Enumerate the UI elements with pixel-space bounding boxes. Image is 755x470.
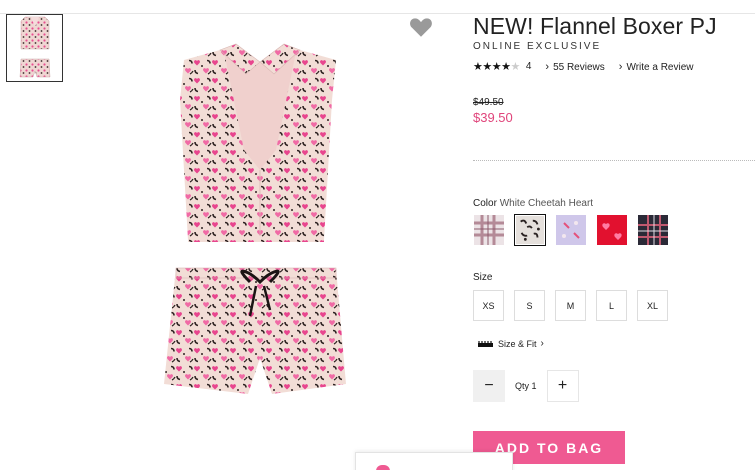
star-rating: ★★★★★ <box>473 60 520 73</box>
product-title: NEW! Flannel Boxer PJ <box>473 13 717 39</box>
divider <box>473 160 755 161</box>
quantity-stepper: − Qty 1 + <box>473 370 579 402</box>
color-swatches <box>473 214 678 246</box>
size-m-button[interactable]: M <box>555 290 586 321</box>
quantity-increase-button[interactable]: + <box>546 370 579 402</box>
size-fit-link[interactable]: Size & Fit › <box>478 338 544 349</box>
size-s-button[interactable]: S <box>514 290 545 321</box>
red-heart-swatch[interactable] <box>596 214 628 246</box>
rating-row: ★★★★★ 4 › 55 Reviews › Write a Review <box>473 60 755 74</box>
product-image <box>164 43 346 394</box>
popup-accent <box>376 465 390 470</box>
navy-plaid-swatch[interactable] <box>637 214 669 246</box>
chevron-right-icon: › <box>540 338 544 349</box>
thumbnail-image <box>19 16 51 78</box>
chevron-right-icon: › <box>618 60 623 73</box>
size-label: Size <box>473 272 493 283</box>
white-cheetah-heart-swatch[interactable] <box>514 214 546 246</box>
plaid-lavender-swatch[interactable] <box>473 214 505 246</box>
ruler-icon <box>478 340 493 347</box>
online-exclusive-tag: ONLINE EXCLUSIVE <box>473 41 602 52</box>
quantity-display: Qty 1 <box>515 381 537 391</box>
bottom-popup[interactable] <box>355 452 513 470</box>
write-review-link[interactable]: › Write a Review <box>619 61 694 73</box>
reviews-link[interactable]: › 55 Reviews <box>545 61 604 73</box>
lavender-print-swatch[interactable] <box>555 214 587 246</box>
size-options: XS S M L XL <box>473 290 678 321</box>
size-xs-button[interactable]: XS <box>473 290 504 321</box>
original-price: $49.50 <box>473 97 504 108</box>
color-label: Color White Cheetah Heart <box>473 198 594 209</box>
sale-price: $39.50 <box>473 110 513 125</box>
chevron-right-icon: › <box>545 60 550 73</box>
quantity-value: 1 <box>531 381 537 391</box>
size-xl-button[interactable]: XL <box>637 290 668 321</box>
size-l-button[interactable]: L <box>596 290 627 321</box>
rating-count: 4 <box>525 61 532 72</box>
star-filled-icon: ★★★★ <box>473 61 511 73</box>
quantity-decrease-button[interactable]: − <box>473 370 505 402</box>
selected-color-name: White Cheetah Heart <box>499 198 594 209</box>
star-empty-icon: ★ <box>510 61 520 73</box>
product-info: NEW! Flannel Boxer PJ ONLINE EXCLUSIVE ★… <box>473 12 755 73</box>
product-thumbnail[interactable] <box>6 14 63 82</box>
favorite-heart-icon[interactable] <box>408 14 434 40</box>
